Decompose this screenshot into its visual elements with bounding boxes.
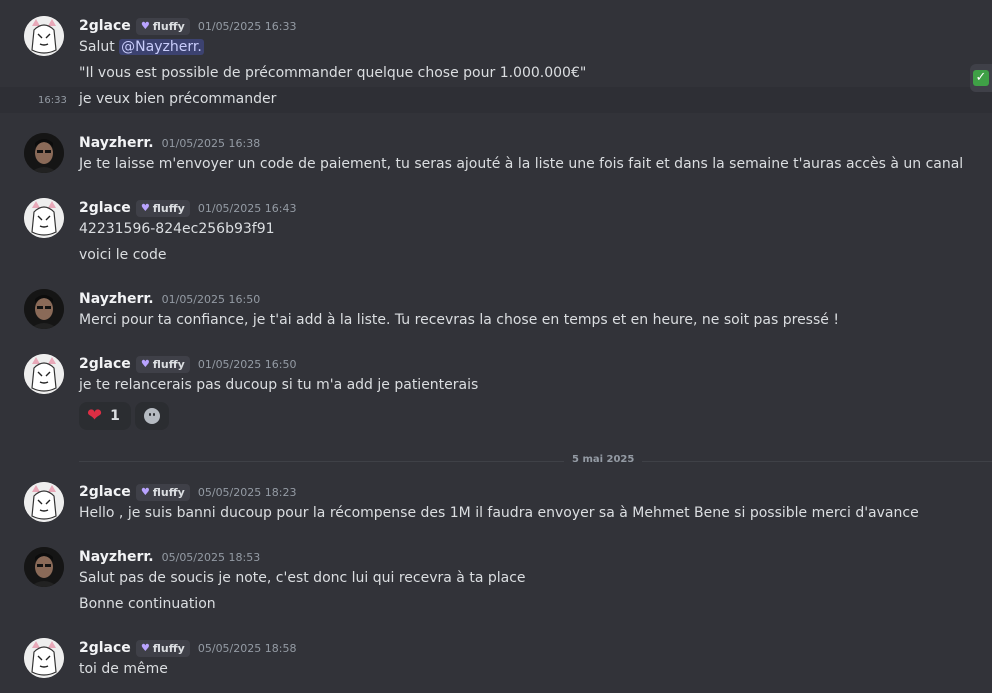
username[interactable]: 2glace [79,200,131,216]
message-text: Je te laisse m'envoyer un code de paieme… [79,156,964,172]
username[interactable]: Nayzherr. [79,291,154,307]
username[interactable]: 2glace [79,484,131,500]
add-reaction-button[interactable] [135,402,169,430]
message-text: "Il vous est possible de précommander qu… [79,65,587,81]
heart-badge-icon: ♥ [140,358,150,370]
message-text: Hello , je suis banni ducoup pour la réc… [79,505,919,521]
timestamp: 05/05/2025 18:58 [197,641,297,655]
user-tag[interactable]: ♥ fluffy [135,355,190,373]
timestamp: 01/05/2025 16:38 [161,136,261,150]
message-text: toi de même [79,661,168,677]
avatar[interactable] [24,16,64,56]
message-text: 42231596-824ec256b93f91 [79,221,275,237]
timestamp: 01/05/2025 16:50 [161,292,261,306]
avatar[interactable] [24,638,64,678]
message-text: Bonne continuation [79,596,216,612]
username[interactable]: 2glace [79,640,131,656]
hover-timestamp: 16:33 [38,95,67,106]
timestamp: 01/05/2025 16:43 [197,201,297,215]
message-text: Salut pas de soucis je note, c'est donc … [79,570,526,586]
heart-icon: ❤ [87,405,103,426]
timestamp: 01/05/2025 16:33 [197,19,297,33]
avatar[interactable] [24,547,64,587]
username[interactable]: 2glace [79,356,131,372]
avatar[interactable] [24,482,64,522]
timestamp: 05/05/2025 18:53 [161,550,261,564]
user-tag[interactable]: ♥ fluffy [135,17,190,35]
avatar[interactable] [24,289,64,329]
heart-badge-icon: ♥ [140,202,150,214]
date-divider [79,461,992,462]
message-text: voici le code [79,247,167,263]
user-tag[interactable]: ♥ fluffy [135,483,190,501]
avatar[interactable] [24,354,64,394]
username[interactable]: Nayzherr. [79,135,154,151]
date-divider-label: 5 mai 2025 [564,454,643,465]
user-tag[interactable]: ♥ fluffy [135,199,190,217]
timestamp: 01/05/2025 16:50 [197,357,297,371]
message-text: je te relancerais pas ducoup si tu m'a a… [79,377,479,393]
message-text: Salut @Nayzherr. [79,39,204,55]
message-text: je veux bien précommander [79,91,277,107]
user-mention[interactable]: @Nayzherr. [119,39,204,55]
reaction-count: 1 [110,408,120,424]
user-tag[interactable]: ♥ fluffy [135,639,190,657]
username[interactable]: Nayzherr. [79,549,154,565]
avatar[interactable] [24,133,64,173]
heart-badge-icon: ♥ [140,486,150,498]
heart-badge-icon: ♥ [140,642,150,654]
reaction-heart[interactable]: ❤ 1 [79,402,131,430]
heart-badge-icon: ♥ [140,20,150,32]
smile-icon [144,408,160,424]
username[interactable]: 2glace [79,18,131,34]
message-text: Merci pour ta confiance, je t'ai add à l… [79,312,839,328]
avatar[interactable] [24,198,64,238]
checkmark-icon[interactable]: ✓ [970,64,992,92]
timestamp: 05/05/2025 18:23 [197,485,297,499]
